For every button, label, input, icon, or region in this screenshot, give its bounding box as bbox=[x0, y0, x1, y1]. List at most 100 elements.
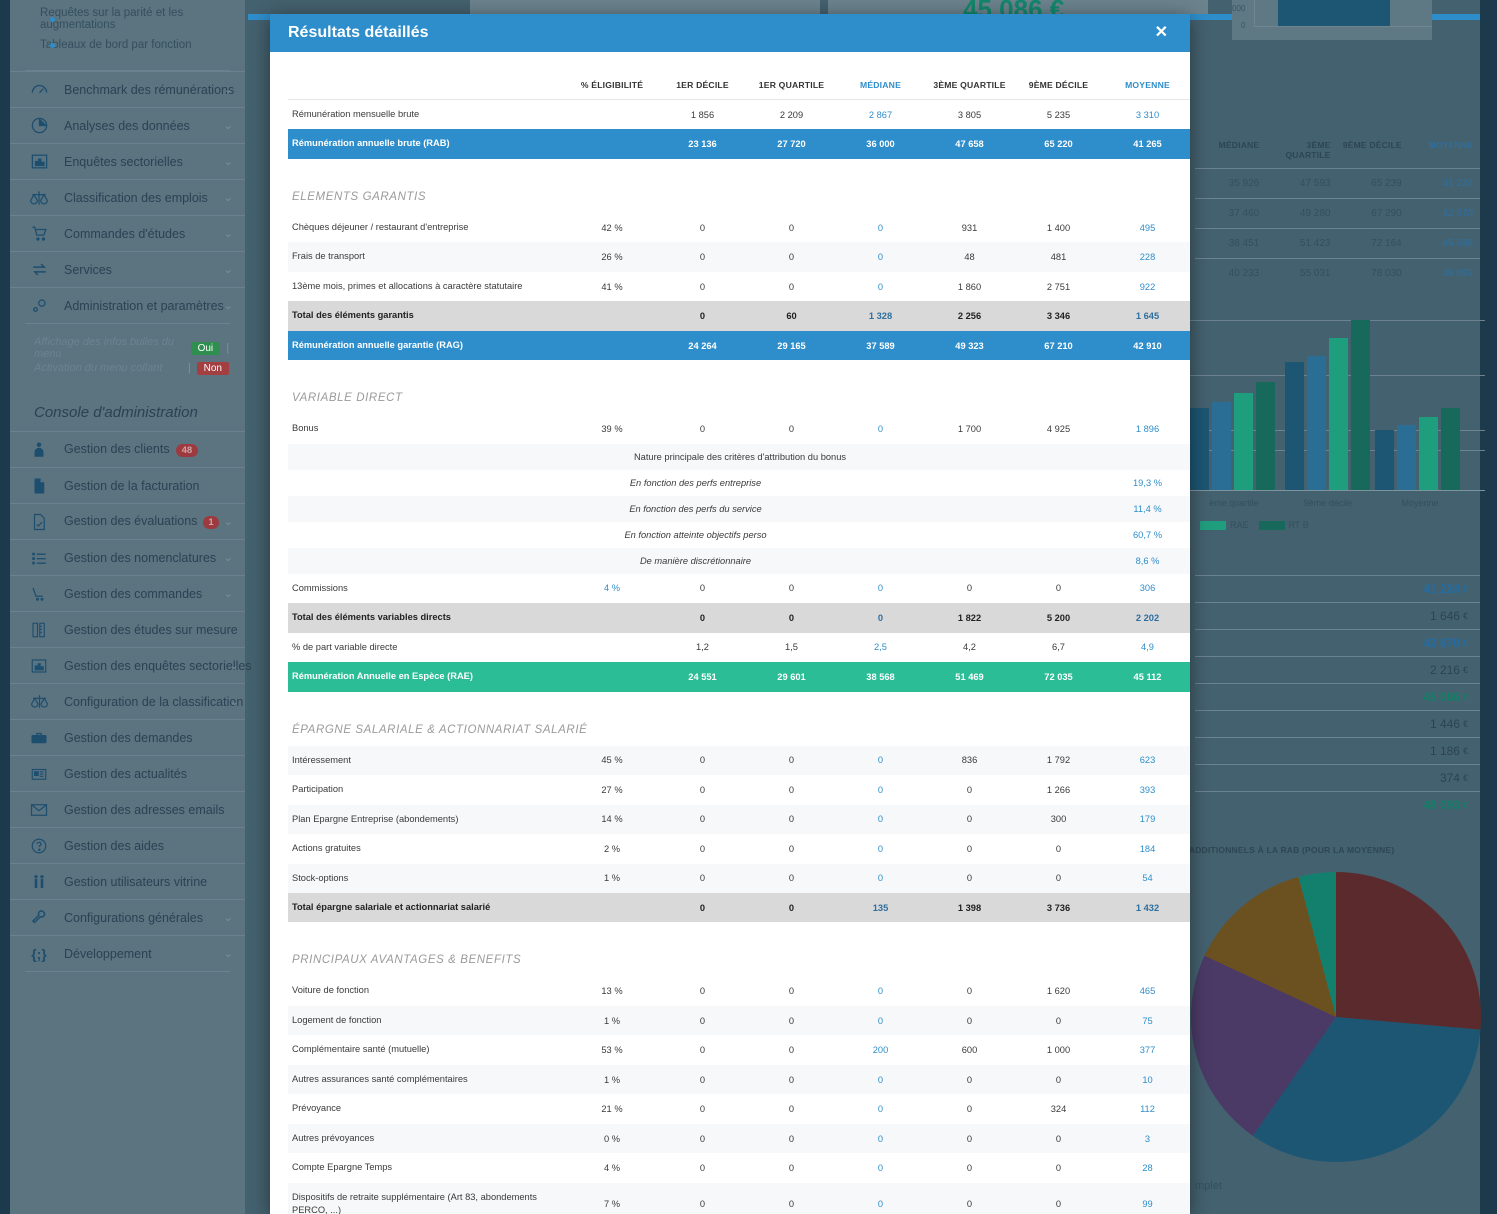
sidebar-item-evaluations[interactable]: Gestion des évaluations 1 ⌄ bbox=[10, 503, 245, 539]
row-label: Rémunération annuelle brute (RAB) bbox=[288, 129, 566, 159]
cell-1er-quartile: 0 bbox=[747, 603, 836, 633]
table-row: Intéressement 45 % 0 0 0 836 1 792 623 bbox=[288, 745, 1190, 776]
row-label: Total des éléments garantis bbox=[288, 301, 566, 331]
toggle-infobulles[interactable]: Affichage des infos bulles du menu Oui | bbox=[34, 336, 229, 360]
sub-criteria-label: De manière discrétionnaire bbox=[288, 547, 1103, 574]
cell-mediane: 38 568 bbox=[836, 662, 925, 692]
cell-3eme-quartile: 0 bbox=[925, 804, 1014, 835]
users-icon bbox=[28, 871, 50, 893]
sidebar-item-services[interactable]: Services ⌄ bbox=[10, 251, 245, 287]
cell-eligibilite: 45 % bbox=[566, 745, 658, 776]
row-label: Plan Epargne Entreprise (abondements) bbox=[288, 804, 566, 835]
sidebar-item-administration[interactable]: Administration et paramètres ⌄ bbox=[10, 287, 245, 323]
table-row: Logement de fonction 1 % 0 0 0 0 0 75 bbox=[288, 1005, 1190, 1036]
sidebar-item-adresses-emails[interactable]: Gestion des adresses emails bbox=[10, 791, 245, 827]
sidebar-item-label: Gestion des nomenclatures bbox=[64, 550, 217, 565]
sidebar-item-benchmark[interactable]: Benchmark des rémunérations ⌄ bbox=[10, 71, 245, 107]
sidebar-item-aides[interactable]: Gestion des aides bbox=[10, 827, 245, 863]
axis-line bbox=[1190, 490, 1485, 491]
row-label: Dispositifs de retraite supplémentaire (… bbox=[288, 1182, 566, 1214]
bg-value-row: 374 € bbox=[1195, 764, 1480, 791]
cell-3eme-quartile: 1 822 bbox=[925, 603, 1014, 633]
sidebar-item-developpement[interactable]: {;} Développement ⌄ bbox=[10, 935, 245, 971]
cell-1er-quartile: 27 720 bbox=[747, 129, 836, 159]
sub-criteria-label: En fonction atteinte objectifs perso bbox=[288, 521, 1103, 548]
close-icon[interactable]: ✕ bbox=[1151, 23, 1172, 43]
cell-1er-decile: 0 bbox=[658, 301, 747, 331]
cell-9eme-decile: 1 620 bbox=[1014, 976, 1103, 1006]
chevron-down-icon: ⌄ bbox=[223, 156, 233, 168]
sidebar-item-nomenclatures[interactable]: Gestion des nomenclatures ⌄ bbox=[10, 539, 245, 575]
cell-1er-quartile: 0 bbox=[747, 834, 836, 864]
cell-moyenne: 99 bbox=[1103, 1182, 1190, 1214]
cell-moyenne: 1 896 bbox=[1103, 414, 1190, 444]
cell-mediane: 0 bbox=[836, 603, 925, 633]
cell: 65 239 bbox=[1371, 178, 1402, 189]
cell-eligibilite: 7 % bbox=[566, 1182, 658, 1214]
cell-1er-quartile: 0 bbox=[747, 414, 836, 444]
sidebar-item-commandes-etudes[interactable]: Commandes d'études ⌄ bbox=[10, 215, 245, 251]
cell-9eme-decile: 65 220 bbox=[1014, 129, 1103, 159]
bg-value-row: 48 093 € bbox=[1195, 791, 1480, 818]
cell-eligibilite: 42 % bbox=[566, 212, 658, 243]
sidebar-item-config-classification[interactable]: Configuration de la classification ⌄ bbox=[10, 683, 245, 719]
cell-mediane: 2 867 bbox=[836, 99, 925, 130]
sidebar-item-facturation[interactable]: Gestion de la facturation bbox=[10, 467, 245, 503]
cell-mediane: 0 bbox=[836, 976, 925, 1006]
sidebar-item-etudes-sur-mesure[interactable]: Gestion des études sur mesure bbox=[10, 611, 245, 647]
cell-1er-decile: 0 bbox=[658, 834, 747, 864]
cell-9eme-decile: 3 346 bbox=[1014, 301, 1103, 331]
cell-eligibilite: 53 % bbox=[566, 1035, 658, 1065]
cell-eligibilite: 1 % bbox=[566, 863, 658, 893]
table-row: Complémentaire santé (mutuelle) 53 % 0 0 200… bbox=[288, 1035, 1190, 1065]
sidebar-subitem-requetes[interactable]: Requêtes sur la parité et les augmentati… bbox=[10, 6, 245, 32]
sidebar-item-utilisateurs-vitrine[interactable]: Gestion utilisateurs vitrine bbox=[10, 863, 245, 899]
cell-mediane: 0 bbox=[836, 1123, 925, 1154]
sidebar-item-analyses[interactable]: Analyses des données ⌄ bbox=[10, 107, 245, 143]
cell-1er-quartile: 0 bbox=[747, 1064, 836, 1095]
sidebar-item-commandes[interactable]: Gestion des commandes ⌄ bbox=[10, 575, 245, 611]
cell-3eme-quartile: 836 bbox=[925, 745, 1014, 776]
cell-9eme-decile: 0 bbox=[1014, 573, 1103, 604]
sidebar-item-enquetes[interactable]: Enquêtes sectorielles ⌄ bbox=[10, 143, 245, 179]
cell-moyenne: 1 432 bbox=[1103, 892, 1190, 923]
sidebar-item-gestion-clients[interactable]: Gestion des clients 48 bbox=[10, 431, 245, 467]
cell-eligibilite bbox=[566, 892, 658, 923]
cell: 48 093 bbox=[1442, 268, 1473, 279]
sidebar-item-demandes[interactable]: Gestion des demandes bbox=[10, 719, 245, 755]
cell-eligibilite bbox=[566, 301, 658, 331]
cell-1er-decile: 0 bbox=[658, 573, 747, 604]
cell-eligibilite bbox=[566, 99, 658, 130]
cell-3eme-quartile: 4,2 bbox=[925, 632, 1014, 663]
sidebar-item-classification[interactable]: Classification des emplois ⌄ bbox=[10, 179, 245, 215]
cell-moyenne: 3 bbox=[1103, 1123, 1190, 1154]
table-row: De manière discrétionnaire 8,6 % bbox=[288, 547, 1190, 574]
cell-3eme-quartile: 1 398 bbox=[925, 892, 1014, 923]
cell-mediane: 2,5 bbox=[836, 632, 925, 663]
sidebar-item-configurations-generales[interactable]: Configurations générales ⌄ bbox=[10, 899, 245, 935]
cell-moyenne: 75 bbox=[1103, 1005, 1190, 1036]
cell-moyenne: 228 bbox=[1103, 242, 1190, 272]
legend-rtb: RT B bbox=[1258, 520, 1309, 530]
sidebar-item-label: Développement bbox=[64, 946, 152, 961]
cell-3eme-quartile: 0 bbox=[925, 863, 1014, 893]
table-row: Actions gratuites 2 % 0 0 0 0 0 184 bbox=[288, 834, 1190, 864]
cell-1er-quartile: 0 bbox=[747, 1094, 836, 1124]
cell-1er-decile: 24 264 bbox=[658, 330, 747, 361]
sidebar-subitem-tableaux[interactable]: Tableaux de bord par fonction bbox=[10, 32, 245, 58]
toggle-menu-collant[interactable]: Activation du menu collant | Non bbox=[34, 358, 229, 378]
cell-1er-quartile: 0 bbox=[747, 271, 836, 302]
toggle-value-non[interactable]: Non bbox=[196, 361, 229, 375]
cell-mediane: 0 bbox=[836, 745, 925, 776]
sidebar-item-enquetes-sectorielles-admin[interactable]: Gestion des enquêtes sectorielles ⌄ bbox=[10, 647, 252, 683]
section-heading-row: VARIABLE DIRECT bbox=[288, 378, 1190, 415]
cell-eligibilite: 4 % bbox=[566, 1153, 658, 1183]
sidebar-item-actualites[interactable]: Gestion des actualités bbox=[10, 755, 245, 791]
cell-9eme-decile: 0 bbox=[1014, 1005, 1103, 1036]
bar-group bbox=[1190, 382, 1275, 490]
cell-mediane: 0 bbox=[836, 775, 925, 805]
toggle-value-oui[interactable]: Oui bbox=[190, 341, 221, 355]
sidebar-item-label: Gestion des adresses emails bbox=[64, 802, 225, 817]
cell-moyenne: 11,4 % bbox=[1103, 495, 1190, 522]
bg-col-d9: 9ÈME DÉCILE bbox=[1342, 140, 1402, 150]
